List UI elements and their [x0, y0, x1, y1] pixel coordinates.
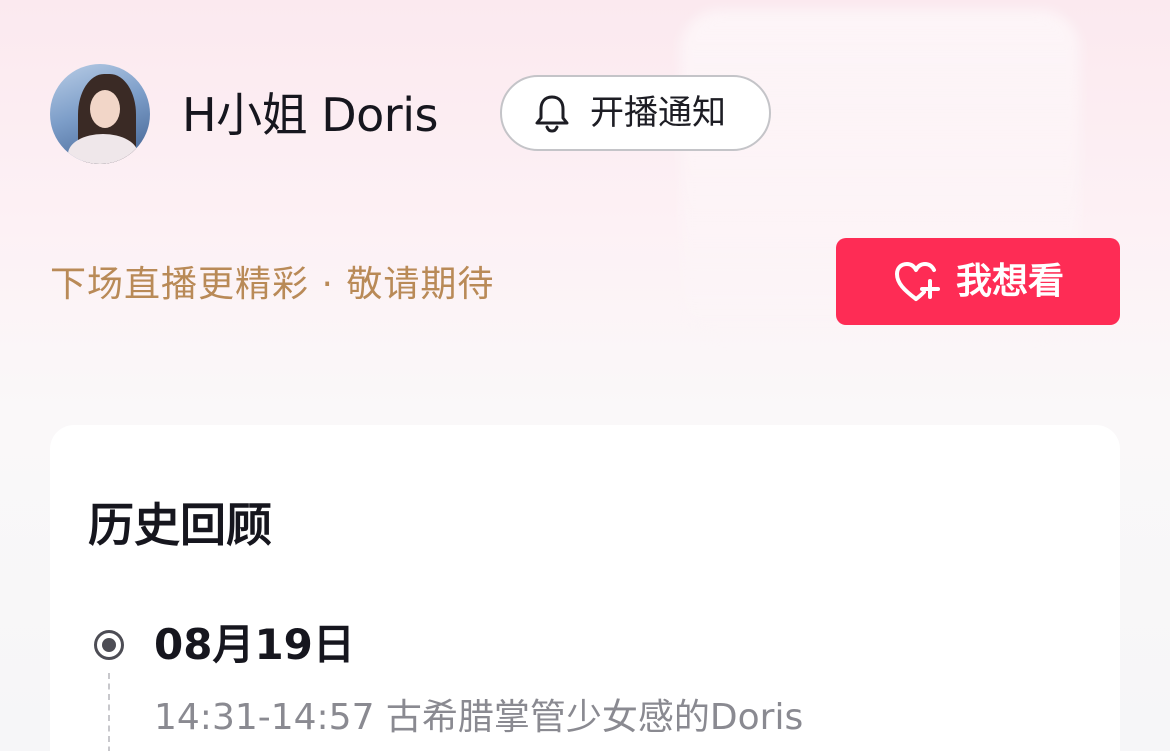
streamer-name[interactable]: H小姐 Doris — [182, 84, 438, 146]
next-live-subtitle: 下场直播更精彩 · 敬请期待 — [50, 264, 495, 305]
history-title: 历史回顾 — [88, 498, 272, 552]
timeline-line — [108, 673, 110, 751]
history-entry-title[interactable]: 14:31-14:57 古希腊掌管少女感的Doris — [154, 692, 803, 744]
want-to-watch-label: 我想看 — [955, 260, 1064, 302]
timeline-dot-icon — [94, 630, 124, 660]
history-card: 历史回顾 08月19日 14:31-14:57 古希腊掌管少女感的Doris — [50, 425, 1120, 751]
avatar-face — [90, 90, 120, 128]
notify-button-label: 开播通知 — [590, 93, 726, 133]
heart-plus-icon — [894, 261, 940, 301]
bell-icon — [535, 95, 569, 133]
notify-button[interactable]: 开播通知 — [500, 75, 771, 151]
streamer-avatar[interactable] — [50, 64, 150, 164]
want-to-watch-button[interactable]: 我想看 — [836, 238, 1120, 325]
history-entry-date: 08月19日 — [154, 620, 355, 669]
